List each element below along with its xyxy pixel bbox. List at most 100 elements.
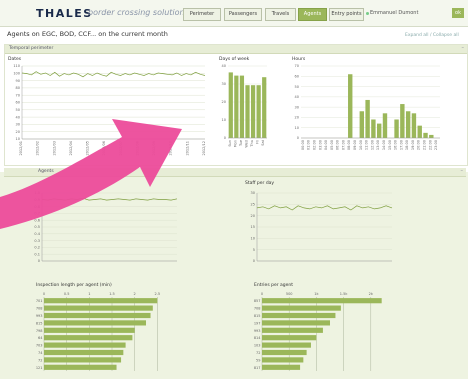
nav-passengers[interactable]: Passengers <box>224 8 262 21</box>
y-tick-label: 10 <box>222 118 226 122</box>
bar <box>262 320 330 326</box>
x-tick-label: 23:00 <box>434 140 438 150</box>
bar <box>371 119 376 138</box>
nav-agents[interactable]: Agents <box>298 8 327 21</box>
y-tick-label: 10 <box>251 237 255 241</box>
x-tick-label: 18:00 <box>405 140 409 150</box>
y-tick-label: 0.2 <box>34 246 40 250</box>
bar <box>417 125 422 138</box>
x-tick-label: 17:00 <box>399 140 403 150</box>
highlight-arrow <box>0 119 182 229</box>
bar <box>262 327 323 333</box>
category-label: 708 <box>254 307 261 311</box>
expand-collapse-link[interactable]: Expand all / Collapse all <box>405 33 459 38</box>
hours-bar-chart: 70 60 50 40 30 20 10 000:00 01:00 02:00 03:00 04:00… <box>295 64 440 150</box>
bar <box>262 335 317 341</box>
x-tick-label: Thu <box>250 140 254 148</box>
y-tick-label: 20 <box>251 214 255 218</box>
y-tick-label: 50 <box>295 85 299 89</box>
category-label: 701 <box>36 299 43 303</box>
y-tick-label: 110 <box>13 64 20 68</box>
x-tick-label: Fri <box>256 140 260 144</box>
category-label: 815 <box>254 314 261 318</box>
staff-line-chart: 30 25 20 15 10 5 0 <box>251 191 393 263</box>
user-name[interactable]: Emmanuel Dumont <box>370 10 418 16</box>
category-label: 798 <box>36 329 43 333</box>
x-tick-label: 05:00 <box>330 140 334 150</box>
y-tick-label: 30 <box>222 82 226 86</box>
x-tick-label: 16:00 <box>394 140 398 150</box>
x-tick-label: 20:00 <box>417 140 421 150</box>
section-header[interactable]: Temporal perimeter – <box>5 45 467 54</box>
bar <box>256 85 261 138</box>
nav-travels[interactable]: Travels <box>265 8 296 21</box>
category-label: 993 <box>36 314 43 318</box>
bar <box>348 74 353 138</box>
user-status-icon <box>366 12 369 15</box>
y-tick-label: 0.1 <box>34 252 40 256</box>
y-tick-label: 60 <box>295 74 299 78</box>
x-tick-label: 13:00 <box>376 140 380 150</box>
bar <box>262 298 382 304</box>
y-tick-label: 5 <box>253 248 255 252</box>
inspection-hbar-chart: 0 0.5 1 1.5 2 2.5 701 708 993 815 798 64 703 74 72 121 <box>36 292 161 371</box>
bar <box>44 335 133 341</box>
bar <box>228 72 233 138</box>
chart-title-staff: Staff per day <box>245 181 275 186</box>
x-tick-label: 2012/12 <box>202 141 206 156</box>
bar <box>262 357 304 363</box>
brand-subtitle: border crossing solution <box>88 8 185 17</box>
nav-entry-points[interactable]: Entry points <box>329 8 364 21</box>
bar <box>44 349 124 356</box>
collapse-icon[interactable]: – <box>461 168 464 174</box>
category-label: 103 <box>254 344 261 348</box>
x-tick-label: 1 <box>88 292 90 296</box>
collapse-icon[interactable]: – <box>462 45 465 51</box>
x-tick-label: 21:00 <box>423 140 427 150</box>
x-tick-label: 1.5 <box>109 292 115 296</box>
bar <box>382 113 388 138</box>
page-title: Agents on EGC, BOD, CCF... on the curren… <box>7 30 168 38</box>
bar <box>411 113 417 138</box>
bar <box>376 123 382 138</box>
x-tick-label: 12:00 <box>370 140 374 150</box>
bar <box>44 312 151 319</box>
x-tick-label: 08:00 <box>347 140 351 150</box>
category-label: 814 <box>254 336 261 340</box>
x-tick-label: Sun <box>228 140 232 147</box>
x-tick-label: 06:00 <box>336 140 340 150</box>
x-tick-label: 11:00 <box>365 140 369 150</box>
bar <box>262 305 341 311</box>
x-tick-label: 2 <box>134 292 136 296</box>
x-tick-label: 14:00 <box>382 140 386 150</box>
bar <box>239 75 245 138</box>
series-line <box>21 71 206 78</box>
bar <box>262 342 311 348</box>
category-label: 197 <box>254 321 261 325</box>
x-tick-label: 15:00 <box>388 140 392 150</box>
chart-title-entries: Entries per agent <box>254 283 294 288</box>
x-tick-label: 02:00 <box>312 140 316 150</box>
bar <box>423 132 428 138</box>
y-tick-label: 20 <box>222 100 226 104</box>
x-tick-label: 2.5 <box>155 292 161 296</box>
x-tick-label: 0 <box>43 292 45 296</box>
logout-button[interactable]: ok <box>452 8 464 18</box>
category-label: 993 <box>254 329 261 333</box>
x-tick-label: Mon <box>233 140 237 147</box>
bar <box>405 111 411 138</box>
x-tick-label: 1.5k <box>340 292 349 296</box>
brand-logo: THALES <box>36 7 93 20</box>
y-tick-label: 0 <box>224 136 226 140</box>
category-label: 64 <box>38 336 43 340</box>
x-tick-label: 0 <box>261 292 263 296</box>
bar <box>262 312 336 319</box>
y-tick-label: 70 <box>16 93 20 97</box>
category-label: 121 <box>36 366 43 370</box>
nav-perimeter[interactable]: Perimeter <box>183 8 221 21</box>
y-tick-label: 100 <box>13 72 20 76</box>
y-tick-label: 0 <box>253 259 255 263</box>
x-tick-label: 500 <box>286 292 293 296</box>
category-label: 59 <box>256 358 260 362</box>
x-tick-label: 10:00 <box>359 140 363 150</box>
